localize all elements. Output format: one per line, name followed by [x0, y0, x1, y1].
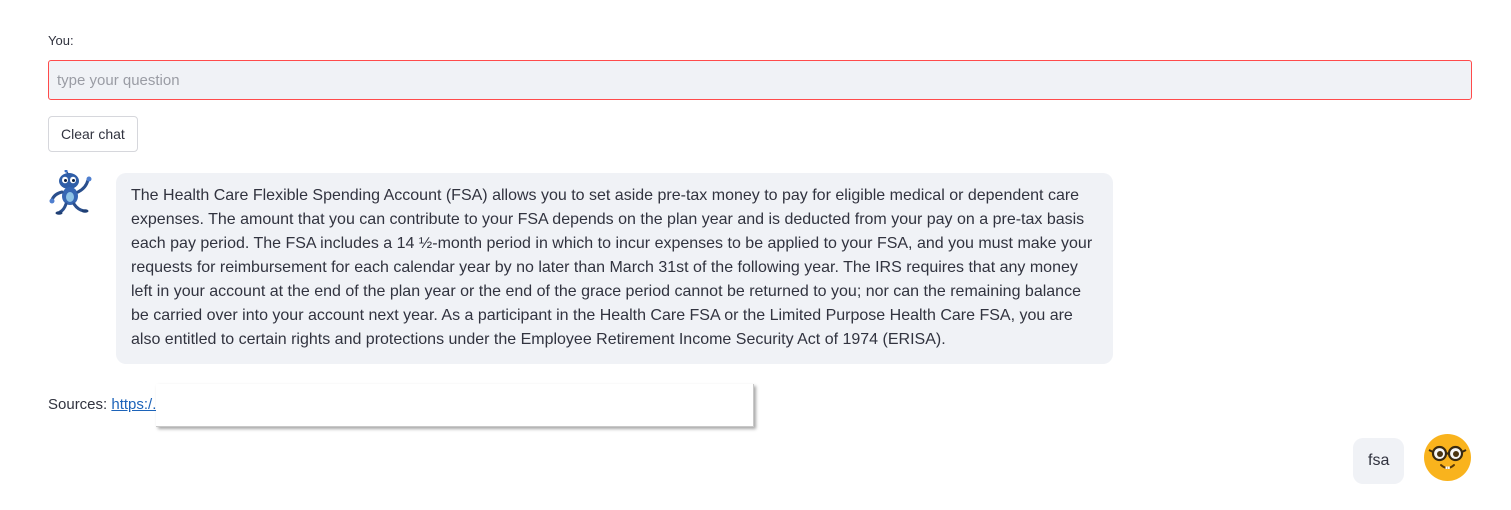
nerd-face-icon [1424, 434, 1471, 481]
sources: Sources: https:/. [48, 396, 156, 413]
robot-icon [48, 169, 94, 216]
bot-message: The Health Care Flexible Spending Accoun… [116, 173, 1113, 364]
source-link[interactable]: https:/. [111, 396, 156, 413]
question-input[interactable] [48, 60, 1472, 100]
input-label: You: [48, 33, 74, 48]
user-message: fsa [1353, 438, 1405, 484]
clear-chat-button[interactable]: Clear chat [48, 116, 138, 152]
link-tooltip [156, 384, 754, 427]
sources-label: Sources: [48, 396, 108, 413]
